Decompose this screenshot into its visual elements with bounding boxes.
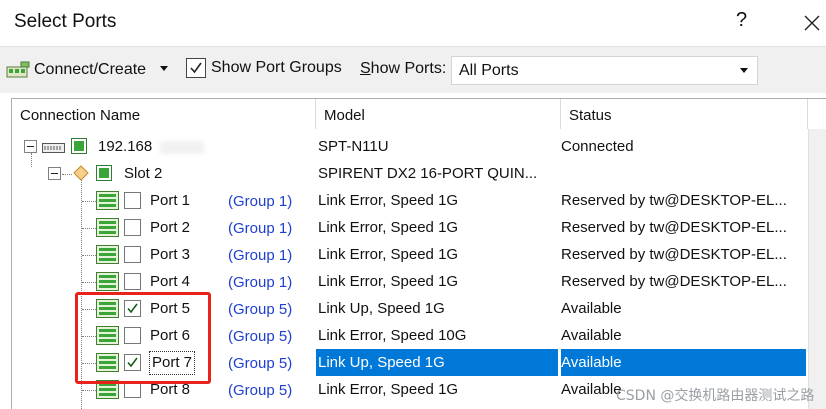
port-status: Reserved by tw@DESKTOP-EL... xyxy=(561,219,787,236)
port-status: Reserved by tw@DESKTOP-EL... xyxy=(561,246,787,263)
show-ports-label-rest: how Ports: xyxy=(370,60,447,77)
port-model: Link Error, Speed 1G xyxy=(318,246,459,263)
slot-name: Slot 2 xyxy=(124,165,163,182)
port-row[interactable]: Port 1 (Group 1) Link Error, Speed 1G Reser… xyxy=(12,187,808,214)
port-group: (Group 1) xyxy=(228,247,293,264)
port-status: Available xyxy=(561,349,806,376)
port-row[interactable]: Port 2 (Group 1) Link Error, Speed 1G Reser… xyxy=(12,214,808,241)
status-green-icon xyxy=(71,138,87,154)
show-ports-label: Show Ports: xyxy=(360,60,446,78)
port-icon xyxy=(96,218,119,237)
column-header-row: Connection Name Model Status xyxy=(12,99,826,129)
port-group: (Group 5) xyxy=(228,328,293,345)
port-name: Port 2 xyxy=(150,219,191,236)
column-header-model[interactable]: Model xyxy=(316,99,561,129)
toolbar: Connect/Create Show Port Groups Show Por… xyxy=(0,46,826,93)
connect-create-label: Connect/Create xyxy=(34,61,147,78)
show-port-groups-label[interactable]: Show Port Groups xyxy=(211,59,342,77)
port-model: Link Up, Speed 1G xyxy=(318,300,445,317)
port-group: (Group 5) xyxy=(228,355,293,372)
port-model: Link Error, Speed 1G xyxy=(318,219,459,236)
port-group: (Group 5) xyxy=(228,301,293,318)
connect-icon xyxy=(6,61,30,78)
port-group: (Group 1) xyxy=(228,274,293,291)
collapse-icon[interactable] xyxy=(48,167,62,181)
port-icon xyxy=(96,191,119,210)
connect-dropdown-arrow[interactable] xyxy=(160,66,168,71)
title-bar: Select Ports ? xyxy=(0,0,826,46)
slot-model: SPIRENT DX2 16-PORT QUIN... xyxy=(318,165,538,182)
close-button[interactable] xyxy=(798,6,824,36)
highlight-box xyxy=(75,292,211,384)
port-row[interactable]: Port 3 (Group 1) Link Error, Speed 1G Reser… xyxy=(12,241,808,268)
show-ports-accelerator: S xyxy=(360,60,371,77)
port-model: Link Error, Speed 1G xyxy=(318,192,459,209)
chevron-down-icon xyxy=(740,68,748,73)
status-green-icon xyxy=(96,165,112,181)
vertical-scrollbar[interactable] xyxy=(808,129,826,409)
port-status: Available xyxy=(561,300,622,317)
collapse-icon[interactable] xyxy=(24,140,38,154)
port-row[interactable]: Port 4 (Group 1) Link Error, Speed 1G Reser… xyxy=(12,268,808,295)
port-model: Link Up, Speed 1G xyxy=(316,349,558,376)
show-port-groups-checkbox[interactable] xyxy=(186,58,206,78)
port-status: Reserved by tw@DESKTOP-EL... xyxy=(561,192,787,209)
column-header-name[interactable]: Connection Name xyxy=(12,99,316,129)
redacted-ip xyxy=(160,141,204,154)
ports-filter-select[interactable]: All Ports xyxy=(451,56,758,85)
port-name: Port 1 xyxy=(150,192,191,209)
port-model: Link Error, Speed 1G xyxy=(318,381,459,398)
port-status: Reserved by tw@DESKTOP-EL... xyxy=(561,273,787,290)
port-checkbox[interactable] xyxy=(124,246,141,263)
port-icon xyxy=(96,272,119,291)
slot-row[interactable]: Slot 2 SPIRENT DX2 16-PORT QUIN... xyxy=(12,153,808,187)
port-icon xyxy=(96,245,119,264)
chassis-status: Connected xyxy=(561,138,634,155)
port-status: Available xyxy=(561,327,622,344)
watermark-text: CSDN @交换机路由器测试之路 xyxy=(616,388,815,404)
slot-diamond-icon xyxy=(73,165,89,181)
port-model: Link Error, Speed 1G xyxy=(318,273,459,290)
checkmark-icon xyxy=(190,62,202,74)
port-group: (Group 5) xyxy=(228,382,293,399)
connect-create-button[interactable]: Connect/Create xyxy=(6,59,146,81)
port-group: (Group 1) xyxy=(228,220,293,237)
column-header-status[interactable]: Status xyxy=(561,99,808,129)
chassis-model: SPT-N11U xyxy=(318,138,389,155)
window-title: Select Ports xyxy=(14,11,117,32)
port-checkbox[interactable] xyxy=(124,192,141,209)
port-name: Port 4 xyxy=(150,273,191,290)
chassis-ip: 192.168 xyxy=(98,138,153,155)
port-model: Link Error, Speed 10G xyxy=(318,327,467,344)
port-checkbox[interactable] xyxy=(124,219,141,236)
help-button[interactable]: ? xyxy=(736,9,747,32)
port-name: Port 3 xyxy=(150,246,191,263)
chassis-icon xyxy=(42,143,65,153)
ports-tree-grid[interactable]: Connection Name Model Status 192.168 SPT… xyxy=(11,98,826,409)
chassis-row[interactable]: 192.168 SPT-N11U Connected xyxy=(12,133,808,160)
close-icon xyxy=(804,15,820,31)
ports-filter-value: All Ports xyxy=(459,62,519,79)
port-checkbox[interactable] xyxy=(124,273,141,290)
port-group: (Group 1) xyxy=(228,193,293,210)
